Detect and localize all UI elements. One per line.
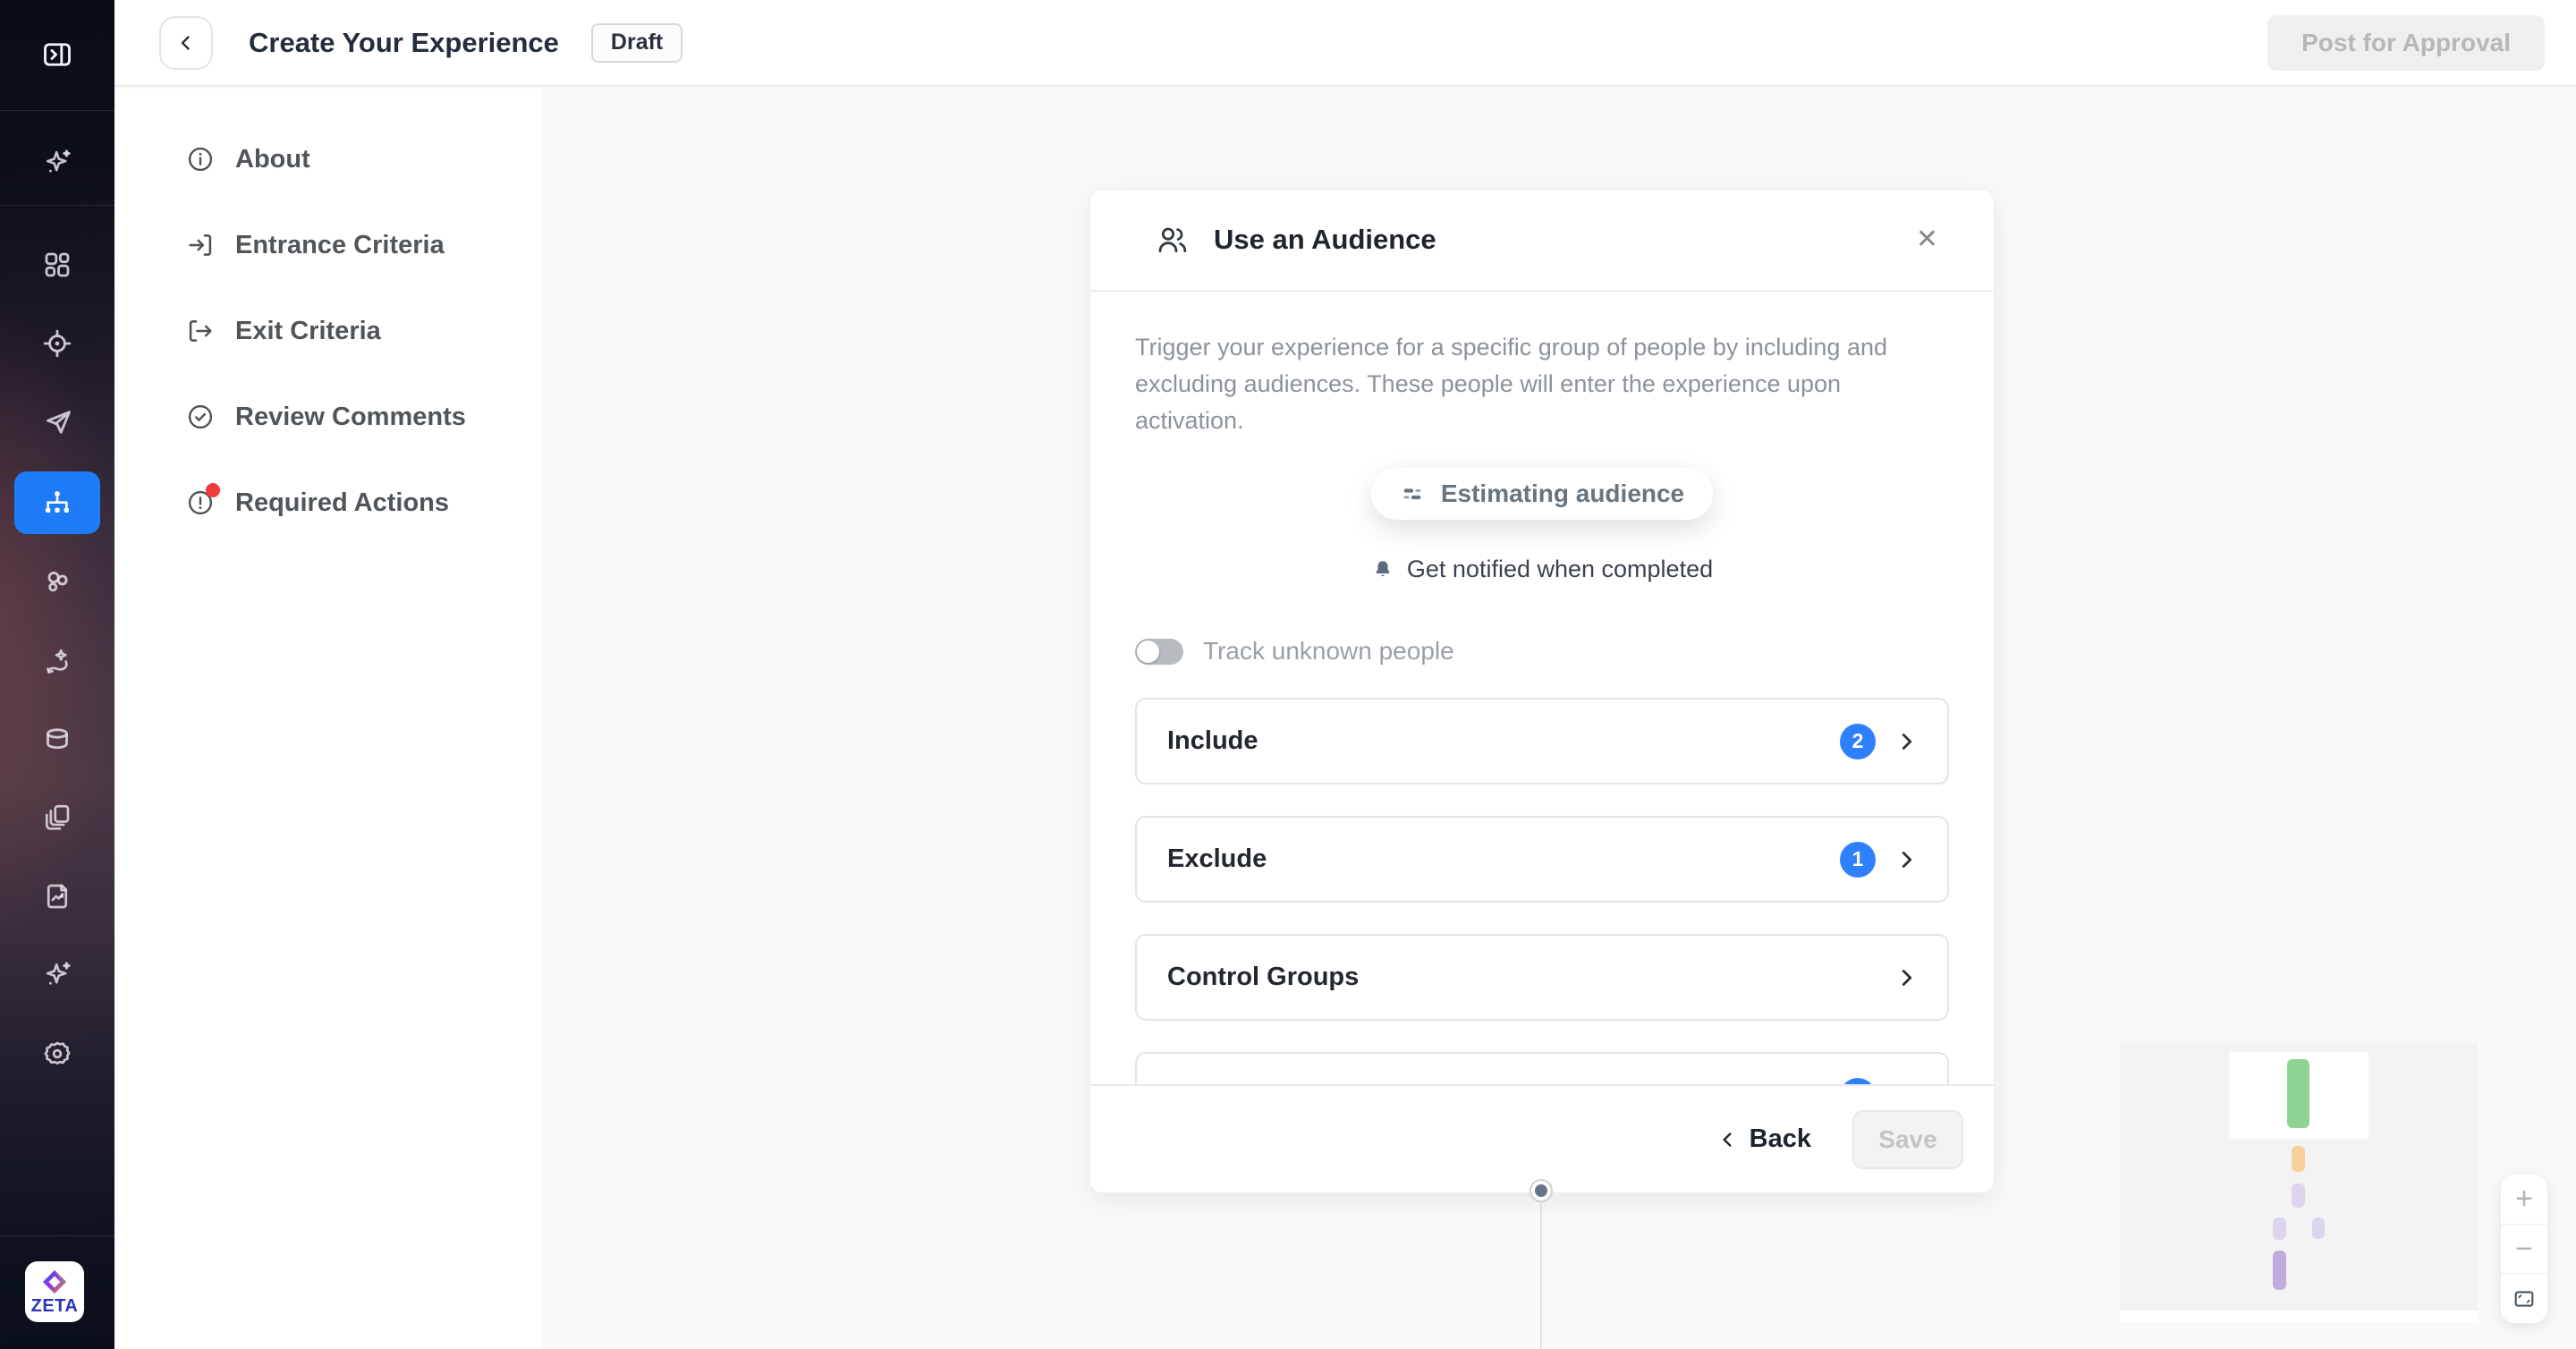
chevron-right-icon bbox=[1894, 964, 1920, 991]
panel-title: Use an Audience bbox=[1214, 224, 1436, 256]
sidebar-item-label: Entrance Criteria bbox=[235, 231, 445, 260]
sidebar-item-label: Required Actions bbox=[235, 488, 449, 518]
minimap-node-purple bbox=[2292, 1184, 2305, 1208]
save-button[interactable]: Save bbox=[1852, 1110, 1963, 1169]
row-label: Include bbox=[1167, 726, 1258, 756]
rail-divider bbox=[0, 205, 114, 206]
sidebar-item-required-actions[interactable]: Required Actions bbox=[114, 476, 542, 530]
sidebar-item-entrance-criteria[interactable]: Entrance Criteria bbox=[114, 218, 542, 272]
rail-divider bbox=[0, 110, 114, 111]
panel-toggle-icon[interactable] bbox=[0, 28, 114, 81]
panel-body: Trigger your experience for a specific g… bbox=[1090, 292, 1994, 1139]
send-icon[interactable] bbox=[0, 395, 114, 449]
app-rail: ZETA bbox=[0, 0, 114, 1349]
alert-circle-icon bbox=[185, 488, 216, 518]
track-unknown-toggle[interactable] bbox=[1135, 639, 1183, 665]
zeta-diamond-icon bbox=[41, 1268, 68, 1295]
bell-icon bbox=[1371, 558, 1394, 581]
use-an-audience-panel: Use an Audience ✕ Trigger your experienc… bbox=[1089, 189, 1995, 1193]
segments-icon[interactable] bbox=[0, 555, 114, 608]
journey-path-icon[interactable] bbox=[0, 633, 114, 687]
fit-view-button[interactable] bbox=[2501, 1273, 2547, 1323]
report-icon[interactable] bbox=[0, 870, 114, 923]
chevron-left-icon bbox=[175, 32, 197, 54]
sidebar-item-label: Review Comments bbox=[235, 403, 466, 432]
database-icon[interactable] bbox=[0, 712, 114, 766]
status-badge: Draft bbox=[591, 23, 682, 63]
top-header: Create Your Experience Draft Post for Ap… bbox=[114, 0, 2576, 87]
page-title: Create Your Experience bbox=[249, 27, 559, 59]
track-unknown-label: Track unknown people bbox=[1203, 637, 1454, 666]
target-icon[interactable] bbox=[0, 317, 114, 370]
get-notified-label: Get notified when completed bbox=[1407, 556, 1713, 583]
minimap-node-green bbox=[2287, 1059, 2309, 1128]
ai-sparkles-icon[interactable] bbox=[0, 136, 114, 190]
get-notified-link[interactable]: Get notified when completed bbox=[1135, 556, 1949, 583]
estimating-sliders-icon bbox=[1400, 481, 1425, 506]
estimating-audience-label: Estimating audience bbox=[1441, 479, 1684, 508]
exit-arrow-icon bbox=[185, 316, 216, 346]
canvas-zoom-controls: + − bbox=[2501, 1175, 2547, 1323]
zeta-wordmark: ZETA bbox=[31, 1297, 79, 1315]
chevron-right-icon bbox=[1894, 846, 1920, 873]
chevron-right-icon bbox=[1894, 728, 1920, 755]
zoom-out-button[interactable]: − bbox=[2501, 1224, 2547, 1274]
sidebar-item-label: About bbox=[235, 145, 310, 174]
modal-back-button[interactable]: Back bbox=[1716, 1124, 1811, 1154]
panel-footer: Back Save bbox=[1090, 1084, 1994, 1192]
minimap-node-purple bbox=[2273, 1217, 2286, 1240]
minimap-bottom-strip bbox=[2120, 1311, 2478, 1322]
zeta-logo[interactable]: ZETA bbox=[25, 1261, 84, 1322]
panel-description: Trigger your experience for a specific g… bbox=[1135, 329, 1895, 439]
info-circle-icon bbox=[185, 144, 216, 174]
panel-header: Use an Audience ✕ bbox=[1090, 190, 1994, 292]
canvas-minimap[interactable] bbox=[2120, 1043, 2478, 1322]
sidebar-item-label: Exit Criteria bbox=[235, 317, 381, 346]
fit-view-icon bbox=[2512, 1286, 2537, 1311]
enter-arrow-icon bbox=[185, 230, 216, 260]
include-row[interactable]: Include 2 bbox=[1135, 698, 1949, 785]
sidebar-item-exit-criteria[interactable]: Exit Criteria bbox=[114, 304, 542, 358]
minimap-node-orange bbox=[2292, 1146, 2305, 1172]
settings-gear-icon[interactable] bbox=[0, 1027, 114, 1081]
orgchart-active-icon[interactable] bbox=[14, 471, 100, 534]
sidebar-item-review-comments[interactable]: Review Comments bbox=[114, 390, 542, 444]
modal-back-label: Back bbox=[1750, 1124, 1811, 1154]
exclude-count-badge: 1 bbox=[1840, 842, 1876, 878]
post-for-approval-button[interactable]: Post for Approval bbox=[2267, 15, 2545, 71]
audience-rows: Include 2 Exclude 1 Control Groups bbox=[1135, 698, 1949, 1139]
row-label: Control Groups bbox=[1167, 963, 1359, 992]
exclude-row[interactable]: Exclude 1 bbox=[1135, 816, 1949, 903]
minimap-node-purple-dark bbox=[2273, 1251, 2286, 1290]
estimating-audience-pill[interactable]: Estimating audience bbox=[1371, 468, 1713, 520]
include-count-badge: 2 bbox=[1840, 724, 1876, 759]
rail-divider bbox=[0, 1235, 114, 1236]
check-circle-icon bbox=[185, 402, 216, 432]
zoom-in-button[interactable]: + bbox=[2501, 1175, 2547, 1224]
chevron-left-icon bbox=[1716, 1128, 1739, 1151]
copy-stack-icon[interactable] bbox=[0, 791, 114, 844]
users-icon bbox=[1155, 222, 1191, 258]
experience-sidebar: About Entrance Criteria Exit Criteria Re… bbox=[114, 89, 542, 1349]
control-groups-row[interactable]: Control Groups bbox=[1135, 934, 1949, 1021]
minimap-node-purple bbox=[2312, 1217, 2325, 1239]
canvas-connector-line bbox=[1540, 1202, 1542, 1349]
dashboard-icon[interactable] bbox=[0, 238, 114, 292]
row-label: Exclude bbox=[1167, 844, 1267, 874]
alert-dot bbox=[206, 483, 220, 497]
canvas-node-connector[interactable] bbox=[1530, 1179, 1553, 1202]
close-icon[interactable]: ✕ bbox=[1916, 226, 1938, 253]
back-button[interactable] bbox=[159, 16, 213, 70]
sparkles-alt-icon[interactable] bbox=[0, 948, 114, 1002]
sidebar-item-about[interactable]: About bbox=[114, 132, 542, 186]
